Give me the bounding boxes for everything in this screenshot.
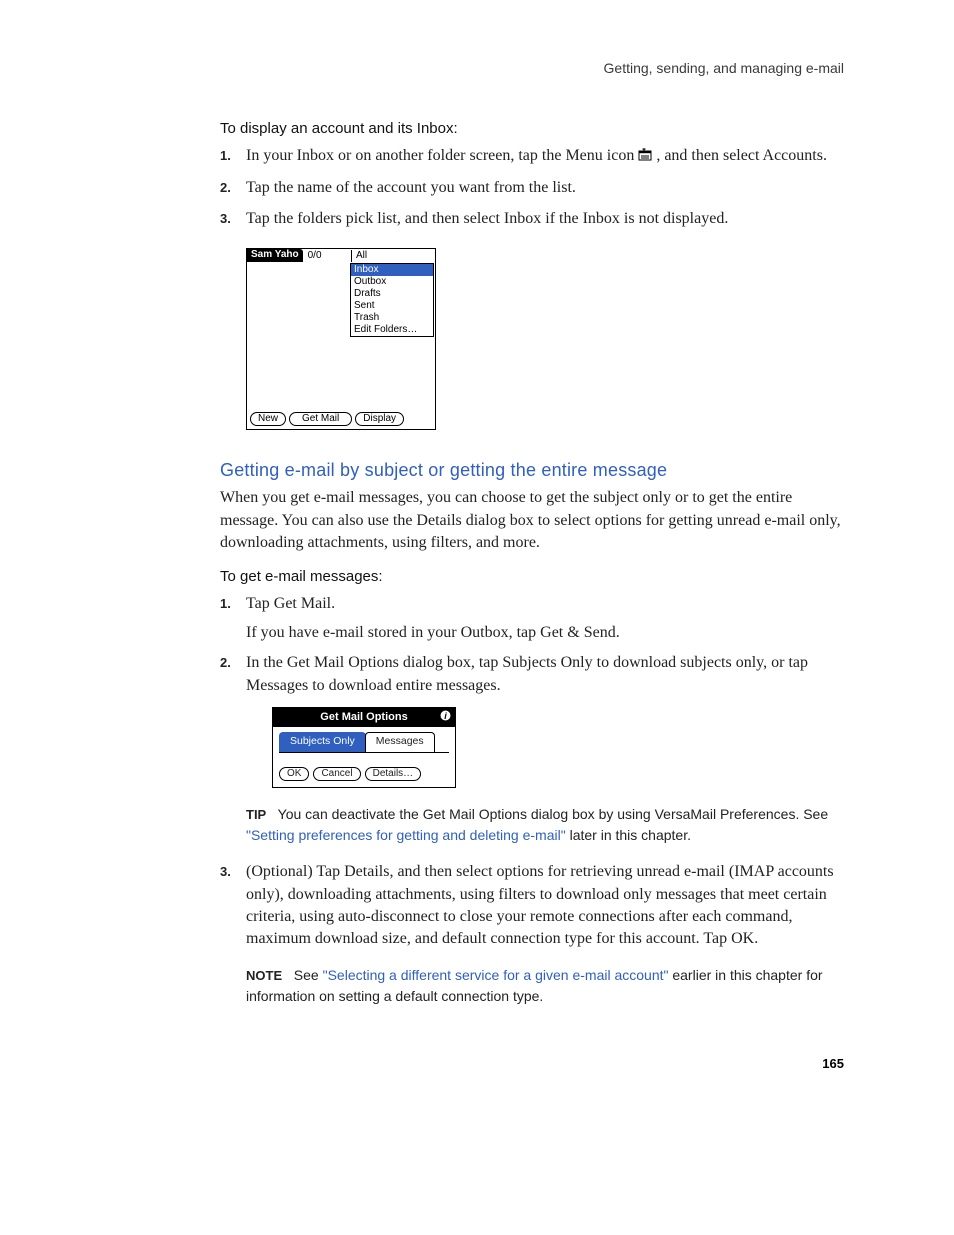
folder-picker-current[interactable]: All <box>351 250 367 262</box>
note-label: NOTE <box>246 968 282 983</box>
section-heading: Getting e-mail by subject or getting the… <box>220 460 844 481</box>
ok-button[interactable]: OK <box>279 767 309 781</box>
menu-icon <box>638 147 652 169</box>
tip-text-before: You can deactivate the Get Mail Options … <box>278 806 828 822</box>
folder-dropdown[interactable]: Inbox Outbox Drafts Sent Trash Edit Fold… <box>350 263 434 337</box>
details-button[interactable]: Details… <box>365 767 422 781</box>
step1-text-a: In your Inbox or on another folder scree… <box>246 147 638 164</box>
palm-mail-screenshot: Sam Yaho 0/0 All Inbox Outbox Drafts Sen… <box>246 248 436 430</box>
dialog-tabs: Subjects Only Messages <box>279 732 449 753</box>
palm-bottom-bar: New Get Mail Display <box>250 412 432 426</box>
tab-subjects-only[interactable]: Subjects Only <box>279 732 366 752</box>
procedure-2-steps: Tap Get Mail. If you have e-mail stored … <box>220 593 844 1005</box>
folder-inbox[interactable]: Inbox <box>351 264 433 276</box>
dialog-title-text: Get Mail Options <box>320 711 407 723</box>
proc2-step1: Tap Get Mail. If you have e-mail stored … <box>220 593 844 644</box>
step1-text-b: , and then select Accounts. <box>656 147 827 164</box>
folder-trash[interactable]: Trash <box>351 312 433 324</box>
note-link[interactable]: "Selecting a different service for a giv… <box>323 967 669 983</box>
note-text-before: See <box>294 967 323 983</box>
dialog-title: Get Mail Options i <box>273 708 455 727</box>
tip-link[interactable]: "Setting preferences for getting and del… <box>246 827 566 843</box>
note-callout: NOTE See "Selecting a different service … <box>246 965 844 1006</box>
proc1-step2: Tap the name of the account you want fro… <box>220 177 844 199</box>
info-icon[interactable]: i <box>440 710 451 726</box>
proc2-step1b: If you have e-mail stored in your Outbox… <box>246 622 844 644</box>
account-tab[interactable]: Sam Yaho <box>247 249 303 262</box>
proc2-step3: (Optional) Tap Details, and then select … <box>220 861 844 1006</box>
proc2-step3-text: (Optional) Tap Details, and then select … <box>246 863 834 947</box>
proc1-step3: Tap the folders pick list, and then sele… <box>220 208 844 230</box>
proc1-step1: In your Inbox or on another folder scree… <box>220 145 844 169</box>
page-number: 165 <box>220 1056 844 1071</box>
proc2-step2-text: In the Get Mail Options dialog box, tap … <box>246 654 808 693</box>
folder-drafts[interactable]: Drafts <box>351 288 433 300</box>
dialog-buttons: OK Cancel Details… <box>273 753 455 787</box>
procedure-1-steps: In your Inbox or on another folder scree… <box>220 145 844 230</box>
get-mail-button[interactable]: Get Mail <box>289 412 352 426</box>
tab-messages[interactable]: Messages <box>365 732 435 752</box>
proc2-step1a: Tap Get Mail. <box>246 593 844 615</box>
folder-sent[interactable]: Sent <box>351 300 433 312</box>
running-head: Getting, sending, and managing e-mail <box>220 60 844 76</box>
procedure-heading-1: To display an account and its Inbox: <box>220 120 844 137</box>
section-intro: When you get e-mail messages, you can ch… <box>220 487 844 554</box>
tip-label: TIP <box>246 807 266 822</box>
message-count: 0/0 <box>308 250 322 261</box>
display-button[interactable]: Display <box>355 412 404 426</box>
folder-edit[interactable]: Edit Folders… <box>351 324 433 336</box>
tip-callout: TIP You can deactivate the Get Mail Opti… <box>246 804 844 845</box>
page: Getting, sending, and managing e-mail To… <box>0 0 954 1111</box>
proc2-step2: In the Get Mail Options dialog box, tap … <box>220 652 844 845</box>
procedure-heading-2: To get e-mail messages: <box>220 568 844 585</box>
get-mail-options-dialog: Get Mail Options i Subjects Only Message… <box>272 707 456 788</box>
tip-text-after: later in this chapter. <box>570 827 691 843</box>
palm-titlebar: Sam Yaho 0/0 <box>247 249 322 261</box>
folder-outbox[interactable]: Outbox <box>351 276 433 288</box>
new-button[interactable]: New <box>250 412 286 426</box>
cancel-button[interactable]: Cancel <box>313 767 360 781</box>
